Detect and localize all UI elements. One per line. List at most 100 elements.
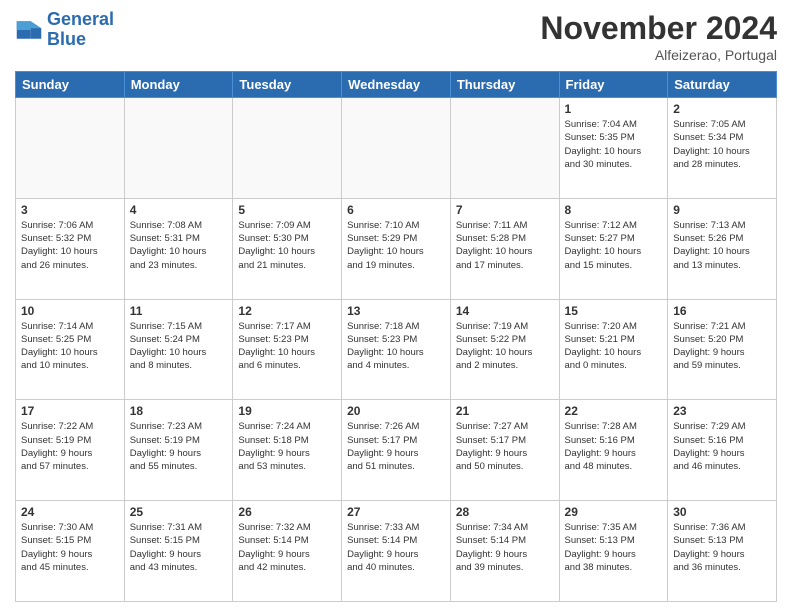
day-info: Sunrise: 7:13 AM Sunset: 5:26 PM Dayligh… — [673, 219, 771, 272]
day-info: Sunrise: 7:10 AM Sunset: 5:29 PM Dayligh… — [347, 219, 445, 272]
location-subtitle: Alfeizerao, Portugal — [540, 47, 777, 63]
calendar-day: 28 Sunrise: 7:34 AM Sunset: 5:14 PM Dayli… — [450, 501, 559, 602]
logo-line1: General — [47, 9, 114, 29]
calendar-day — [342, 98, 451, 199]
day-info: Sunrise: 7:12 AM Sunset: 5:27 PM Dayligh… — [565, 219, 663, 272]
page: General Blue November 2024 Alfeizerao, P… — [0, 0, 792, 612]
logo-icon — [15, 16, 43, 44]
day-info: Sunrise: 7:05 AM Sunset: 5:34 PM Dayligh… — [673, 118, 771, 171]
calendar-day: 19Sunrise: 7:24 AM Sunset: 5:18 PM Dayli… — [233, 400, 342, 501]
day-number: 14 — [456, 304, 554, 318]
day-number: 12 — [238, 304, 336, 318]
day-number: 9 — [673, 203, 771, 217]
calendar-day: 25 Sunrise: 7:31 AM Sunset: 5:15 PM Dayli… — [124, 501, 233, 602]
calendar-day: 1 Sunrise: 7:04 AM Sunset: 5:35 PM Daylig… — [559, 98, 668, 199]
calendar-day: 21Sunrise: 7:27 AM Sunset: 5:17 PM Dayli… — [450, 400, 559, 501]
day-number: 1 — [565, 102, 663, 116]
day-number: 30 — [673, 505, 771, 519]
calendar-day: 18 Sunrise: 7:23 AM Sunset: 5:19 PM Dayli… — [124, 400, 233, 501]
logo: General Blue — [15, 10, 114, 50]
logo-line2: Blue — [47, 29, 86, 49]
day-number: 2 — [673, 102, 771, 116]
calendar-week-3: 10Sunrise: 7:14 AM Sunset: 5:25 PM Dayli… — [16, 299, 777, 400]
calendar-day — [124, 98, 233, 199]
day-info: Sunrise: 7:22 AM Sunset: 5:19 PM Dayligh… — [21, 420, 119, 473]
calendar-day: 6 Sunrise: 7:10 AM Sunset: 5:29 PM Daylig… — [342, 198, 451, 299]
day-info: Sunrise: 7:19 AM Sunset: 5:22 PM Dayligh… — [456, 320, 554, 373]
calendar-day: 5 Sunrise: 7:09 AM Sunset: 5:30 PM Daylig… — [233, 198, 342, 299]
weekday-header-saturday: Saturday — [668, 72, 777, 98]
calendar-day: 10Sunrise: 7:14 AM Sunset: 5:25 PM Dayli… — [16, 299, 125, 400]
day-info: Sunrise: 7:08 AM Sunset: 5:31 PM Dayligh… — [130, 219, 228, 272]
header: General Blue November 2024 Alfeizerao, P… — [15, 10, 777, 63]
day-number: 24 — [21, 505, 119, 519]
day-number: 7 — [456, 203, 554, 217]
weekday-header-row: SundayMondayTuesdayWednesdayThursdayFrid… — [16, 72, 777, 98]
day-info: Sunrise: 7:34 AM Sunset: 5:14 PM Dayligh… — [456, 521, 554, 574]
day-info: Sunrise: 7:28 AM Sunset: 5:16 PM Dayligh… — [565, 420, 663, 473]
day-info: Sunrise: 7:09 AM Sunset: 5:30 PM Dayligh… — [238, 219, 336, 272]
day-info: Sunrise: 7:04 AM Sunset: 5:35 PM Dayligh… — [565, 118, 663, 171]
day-number: 18 — [130, 404, 228, 418]
day-number: 26 — [238, 505, 336, 519]
calendar-day: 27Sunrise: 7:33 AM Sunset: 5:14 PM Dayli… — [342, 501, 451, 602]
day-number: 23 — [673, 404, 771, 418]
day-info: Sunrise: 7:32 AM Sunset: 5:14 PM Dayligh… — [238, 521, 336, 574]
calendar-day: 7 Sunrise: 7:11 AM Sunset: 5:28 PM Daylig… — [450, 198, 559, 299]
day-number: 17 — [21, 404, 119, 418]
day-info: Sunrise: 7:20 AM Sunset: 5:21 PM Dayligh… — [565, 320, 663, 373]
day-number: 22 — [565, 404, 663, 418]
calendar-day: 4 Sunrise: 7:08 AM Sunset: 5:31 PM Daylig… — [124, 198, 233, 299]
weekday-header-tuesday: Tuesday — [233, 72, 342, 98]
calendar-day: 2 Sunrise: 7:05 AM Sunset: 5:34 PM Daylig… — [668, 98, 777, 199]
calendar-week-1: 1 Sunrise: 7:04 AM Sunset: 5:35 PM Daylig… — [16, 98, 777, 199]
day-number: 29 — [565, 505, 663, 519]
calendar-day — [450, 98, 559, 199]
calendar-day: 12 Sunrise: 7:17 AM Sunset: 5:23 PM Dayli… — [233, 299, 342, 400]
month-title: November 2024 — [540, 10, 777, 47]
title-area: November 2024 Alfeizerao, Portugal — [540, 10, 777, 63]
calendar-day: 22 Sunrise: 7:28 AM Sunset: 5:16 PM Dayli… — [559, 400, 668, 501]
day-number: 21 — [456, 404, 554, 418]
weekday-header-sunday: Sunday — [16, 72, 125, 98]
day-number: 5 — [238, 203, 336, 217]
weekday-header-thursday: Thursday — [450, 72, 559, 98]
day-number: 10 — [21, 304, 119, 318]
calendar-week-2: 3Sunrise: 7:06 AM Sunset: 5:32 PM Daylig… — [16, 198, 777, 299]
day-number: 25 — [130, 505, 228, 519]
day-info: Sunrise: 7:24 AM Sunset: 5:18 PM Dayligh… — [238, 420, 336, 473]
day-number: 6 — [347, 203, 445, 217]
calendar-day — [16, 98, 125, 199]
day-number: 16 — [673, 304, 771, 318]
calendar-day: 30Sunrise: 7:36 AM Sunset: 5:13 PM Dayli… — [668, 501, 777, 602]
calendar-day: 13 Sunrise: 7:18 AM Sunset: 5:23 PM Dayli… — [342, 299, 451, 400]
calendar-day: 8Sunrise: 7:12 AM Sunset: 5:27 PM Daylig… — [559, 198, 668, 299]
calendar-day: 20 Sunrise: 7:26 AM Sunset: 5:17 PM Dayli… — [342, 400, 451, 501]
day-info: Sunrise: 7:35 AM Sunset: 5:13 PM Dayligh… — [565, 521, 663, 574]
day-number: 11 — [130, 304, 228, 318]
day-info: Sunrise: 7:15 AM Sunset: 5:24 PM Dayligh… — [130, 320, 228, 373]
weekday-header-wednesday: Wednesday — [342, 72, 451, 98]
calendar-day: 29 Sunrise: 7:35 AM Sunset: 5:13 PM Dayli… — [559, 501, 668, 602]
day-info: Sunrise: 7:30 AM Sunset: 5:15 PM Dayligh… — [21, 521, 119, 574]
calendar-table: SundayMondayTuesdayWednesdayThursdayFrid… — [15, 71, 777, 602]
day-number: 28 — [456, 505, 554, 519]
day-number: 20 — [347, 404, 445, 418]
calendar-day: 15 Sunrise: 7:20 AM Sunset: 5:21 PM Dayli… — [559, 299, 668, 400]
day-number: 15 — [565, 304, 663, 318]
day-number: 4 — [130, 203, 228, 217]
day-info: Sunrise: 7:18 AM Sunset: 5:23 PM Dayligh… — [347, 320, 445, 373]
day-info: Sunrise: 7:11 AM Sunset: 5:28 PM Dayligh… — [456, 219, 554, 272]
day-info: Sunrise: 7:31 AM Sunset: 5:15 PM Dayligh… — [130, 521, 228, 574]
logo-text: General Blue — [47, 10, 114, 50]
calendar-day: 26 Sunrise: 7:32 AM Sunset: 5:14 PM Dayli… — [233, 501, 342, 602]
day-info: Sunrise: 7:17 AM Sunset: 5:23 PM Dayligh… — [238, 320, 336, 373]
weekday-header-monday: Monday — [124, 72, 233, 98]
day-info: Sunrise: 7:29 AM Sunset: 5:16 PM Dayligh… — [673, 420, 771, 473]
calendar-day: 11 Sunrise: 7:15 AM Sunset: 5:24 PM Dayli… — [124, 299, 233, 400]
day-info: Sunrise: 7:26 AM Sunset: 5:17 PM Dayligh… — [347, 420, 445, 473]
day-info: Sunrise: 7:23 AM Sunset: 5:19 PM Dayligh… — [130, 420, 228, 473]
day-number: 13 — [347, 304, 445, 318]
calendar-day: 3Sunrise: 7:06 AM Sunset: 5:32 PM Daylig… — [16, 198, 125, 299]
calendar-day: 24 Sunrise: 7:30 AM Sunset: 5:15 PM Dayli… — [16, 501, 125, 602]
